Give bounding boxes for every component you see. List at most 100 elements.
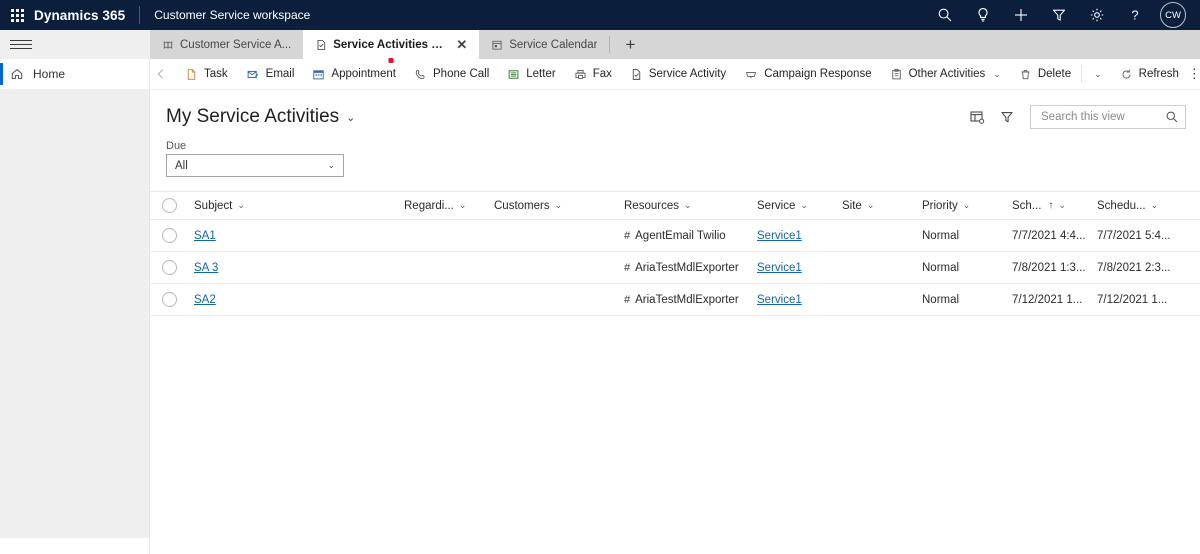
- select-all-checkbox[interactable]: [161, 198, 177, 213]
- command-bar: Task Email Appointment Phone Call Letter…: [150, 59, 1200, 90]
- service-link[interactable]: Service1: [757, 230, 802, 242]
- service-link[interactable]: Service1: [757, 262, 802, 274]
- table-row[interactable]: SA 3 # AriaTestMdlExporter Service1 Norm…: [150, 252, 1200, 284]
- edit-columns-icon[interactable]: [962, 104, 992, 130]
- command-letter[interactable]: Letter: [498, 59, 564, 89]
- row-checkbox-cell[interactable]: [150, 292, 188, 307]
- fax-icon: [574, 68, 587, 81]
- chevron-down-icon[interactable]: ⌄: [459, 200, 467, 211]
- command-campaign-response[interactable]: Campaign Response: [735, 59, 880, 89]
- subject-link[interactable]: SA 3: [194, 262, 218, 274]
- resource-name: AriaTestMdlExporter: [635, 293, 739, 306]
- app-launcher-icon[interactable]: [0, 8, 34, 22]
- chevron-down-icon[interactable]: ⌄: [1094, 69, 1102, 80]
- column-header-resources[interactable]: Resources ⌄: [618, 200, 751, 212]
- row-checkbox-cell[interactable]: [150, 228, 188, 243]
- back-arrow-icon[interactable]: [154, 67, 168, 81]
- command-label: Appointment: [331, 68, 396, 80]
- search-icon[interactable]: [1165, 110, 1179, 124]
- cell-scheduled-start: 7/7/2021 4:4...: [1012, 229, 1086, 242]
- row-checkbox[interactable]: [161, 292, 177, 307]
- settings-gear-icon[interactable]: [1078, 0, 1116, 30]
- filter-icon[interactable]: [992, 104, 1022, 130]
- column-header-subject[interactable]: Subject ⌄: [188, 200, 398, 212]
- lightbulb-icon[interactable]: [964, 0, 1002, 30]
- column-label: Regardi...: [404, 199, 454, 212]
- email-icon: [246, 68, 260, 81]
- column-header-service[interactable]: Service ⌄: [751, 200, 836, 212]
- chevron-down-icon[interactable]: ⌄: [1151, 200, 1159, 211]
- sidebar-item-home[interactable]: Home: [0, 59, 149, 89]
- table-row[interactable]: SA1 # AgentEmail Twilio Service1 Normal …: [150, 220, 1200, 252]
- command-phone-call[interactable]: Phone Call: [405, 59, 498, 89]
- command-task[interactable]: Task: [176, 59, 237, 89]
- grid-header-row: Subject ⌄ Regardi... ⌄ Customers ⌄ Resou…: [150, 192, 1200, 220]
- row-checkbox-cell[interactable]: [150, 260, 188, 275]
- command-overflow-button[interactable]: ⋮: [1188, 66, 1200, 82]
- command-refresh[interactable]: Refresh: [1111, 59, 1188, 89]
- hamburger-menu-icon[interactable]: [10, 35, 32, 55]
- column-header-scheduled-end[interactable]: Schedu... ⌄: [1091, 200, 1176, 212]
- service-link[interactable]: Service1: [757, 294, 802, 306]
- command-fax[interactable]: Fax: [565, 59, 621, 89]
- column-header-regarding[interactable]: Regardi... ⌄: [398, 200, 488, 212]
- view-selector-chevron-down-icon[interactable]: ⌄: [346, 111, 355, 124]
- sidebar-toggle-cell: [0, 30, 150, 59]
- command-divider: [1081, 65, 1083, 83]
- column-header-priority[interactable]: Priority ⌄: [916, 200, 1006, 212]
- tab-service-activities-my-service-activities[interactable]: Service Activities My Ser... ✕: [303, 30, 480, 63]
- command-label: Letter: [526, 68, 556, 80]
- table-row[interactable]: SA2 # AriaTestMdlExporter Service1 Norma…: [150, 284, 1200, 316]
- service-activity-icon: [630, 68, 643, 81]
- new-tab-button[interactable]: +: [610, 30, 650, 59]
- sitemap-icon: [162, 39, 174, 51]
- help-icon[interactable]: ?: [1116, 0, 1154, 30]
- row-checkbox[interactable]: [161, 260, 177, 275]
- chevron-down-icon[interactable]: ⌄: [327, 160, 335, 171]
- subject-link[interactable]: SA2: [194, 294, 216, 306]
- select-all-checkbox-cell[interactable]: [150, 198, 188, 213]
- cell-service: Service1: [751, 230, 836, 242]
- chevron-down-icon[interactable]: ⌄: [555, 200, 563, 211]
- tab-label: Service Calendar: [509, 38, 598, 51]
- command-service-activity[interactable]: Service Activity: [621, 59, 735, 89]
- user-avatar[interactable]: CW: [1160, 2, 1186, 28]
- sidebar: Home: [0, 59, 150, 554]
- task-icon: [185, 68, 198, 81]
- cell-subject: SA2: [188, 294, 398, 306]
- chevron-down-icon[interactable]: ⌄: [1058, 200, 1066, 211]
- tab-service-calendar[interactable]: Service Calendar: [479, 30, 609, 59]
- app-header: Dynamics 365 Customer Service workspace …: [0, 0, 1200, 30]
- chevron-down-icon[interactable]: ⌄: [993, 69, 1001, 80]
- column-header-site[interactable]: Site ⌄: [836, 200, 916, 212]
- subject-link[interactable]: SA1: [194, 230, 216, 242]
- chevron-down-icon[interactable]: ⌄: [800, 200, 808, 211]
- tab-label: Customer Service A...: [180, 38, 292, 51]
- refresh-icon: [1120, 68, 1133, 81]
- column-header-scheduled-start[interactable]: Sch... ↑ ⌄: [1006, 200, 1091, 212]
- page-title: My Service Activities: [166, 106, 340, 127]
- cell-service: Service1: [751, 294, 836, 306]
- command-email[interactable]: Email: [237, 59, 304, 89]
- quick-create-plus-icon[interactable]: [1002, 0, 1040, 30]
- row-checkbox[interactable]: [161, 228, 177, 243]
- chevron-down-icon[interactable]: ⌄: [963, 200, 971, 211]
- command-delete[interactable]: Delete ⌄: [1010, 59, 1111, 89]
- column-label: Subject: [194, 199, 233, 212]
- tab-customer-service-agent-dashboard[interactable]: Customer Service A...: [150, 30, 303, 59]
- view-header: My Service Activities ⌄: [150, 90, 1200, 136]
- filter-icon[interactable]: [1040, 0, 1078, 30]
- search-icon[interactable]: [926, 0, 964, 30]
- search-input[interactable]: [1039, 110, 1165, 124]
- cell-resources: # AriaTestMdlExporter: [618, 262, 751, 274]
- chevron-down-icon[interactable]: ⌄: [237, 200, 245, 211]
- command-other-activities[interactable]: Other Activities ⌄: [881, 59, 1010, 89]
- column-header-customers[interactable]: Customers ⌄: [488, 200, 618, 212]
- chevron-down-icon[interactable]: ⌄: [684, 200, 692, 211]
- chevron-down-icon[interactable]: ⌄: [867, 200, 875, 211]
- sort-ascending-icon[interactable]: ↑: [1048, 200, 1053, 211]
- due-filter-select[interactable]: All ⌄: [166, 154, 344, 177]
- close-icon[interactable]: ✕: [456, 38, 467, 51]
- search-this-view-box[interactable]: [1030, 105, 1186, 129]
- command-appointment[interactable]: Appointment: [303, 59, 405, 89]
